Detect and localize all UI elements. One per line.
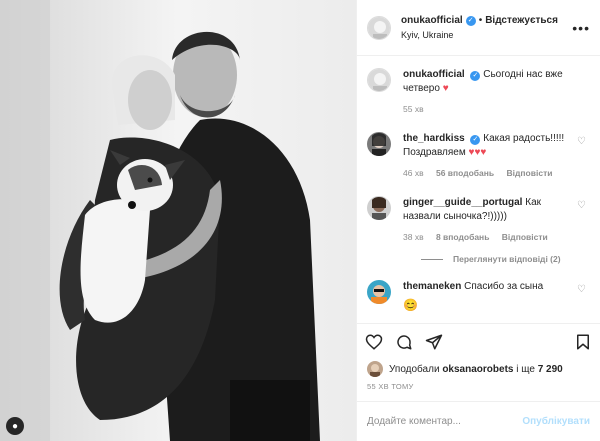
bookmark-icon[interactable] (574, 333, 592, 351)
comment-icon[interactable] (395, 333, 413, 351)
comment-likes[interactable]: 56 вподобань (436, 168, 494, 178)
caption-time[interactable]: 55 хв (403, 104, 424, 114)
likes-middle: і ще (516, 363, 535, 375)
likes-prefix: Уподобали (389, 363, 440, 375)
tagged-user-icon[interactable]: ● (6, 417, 24, 435)
likes-summary: Уподобали oksanaorobets і ще 7 290 (357, 359, 600, 379)
view-replies-label: Переглянути відповіді (2) (453, 254, 561, 264)
share-icon[interactable] (425, 333, 443, 351)
comment-item: ginger__guide__portugal Как назвали сыно… (367, 196, 590, 244)
liker-avatar[interactable] (367, 361, 383, 377)
like-heart-icon[interactable] (365, 333, 383, 351)
like-comment-heart-icon[interactable]: ♡ (577, 284, 586, 295)
red-heart-emoji: ♥ (442, 83, 449, 94)
post-location[interactable]: Kyiv, Ukraine (401, 28, 558, 42)
commenter-username[interactable]: ginger__guide__portugal (403, 197, 522, 208)
reply-button[interactable]: Відповісти (507, 168, 553, 178)
author-avatar[interactable] (367, 15, 391, 40)
ellipsis-icon[interactable]: ••• (572, 20, 590, 36)
verified-icon: ✓ (470, 135, 481, 145)
liker-username[interactable]: oksanaorobets (442, 364, 513, 375)
header-text: onukaofficial ✓ • Відстежується Kyiv, Uk… (401, 14, 558, 42)
post-details-panel: onukaofficial ✓ • Відстежується Kyiv, Uk… (356, 0, 600, 441)
commenter-avatar[interactable] (367, 280, 391, 304)
post-comment-button[interactable]: Опублікувати (522, 416, 590, 427)
post-time-ago[interactable]: 55 ХВ ТОМУ (357, 379, 600, 395)
commenter-username[interactable]: the_hardkiss (403, 133, 465, 144)
photo-image (0, 0, 356, 441)
commenter-avatar[interactable] (367, 196, 391, 220)
comment-likes[interactable]: 8 вподобань (436, 232, 489, 242)
likes-count[interactable]: 7 290 (538, 364, 563, 375)
caption: onukaofficial ✓ Сьогодні нас вже четверо… (367, 68, 590, 116)
caption-avatar[interactable] (367, 68, 391, 92)
reply-button[interactable]: Відповісти (502, 232, 548, 242)
comment-item: the_hardkiss ✓ Какая радость!!!!! Поздра… (367, 132, 590, 180)
follow-status-button[interactable]: Відстежується (485, 14, 558, 28)
like-comment-heart-icon[interactable]: ♡ (577, 136, 586, 147)
comment-item: themaneken Спасибо за сына 😊 ♡ (367, 280, 590, 312)
verified-icon: ✓ (465, 15, 476, 26)
comment-text: Спасибо за сына (464, 281, 544, 292)
caption-username[interactable]: onukaofficial (403, 69, 465, 80)
comment-time[interactable]: 38 хв (403, 232, 424, 242)
smile-emoji: 😊 (403, 298, 418, 312)
action-bar (357, 323, 600, 359)
comment-input[interactable] (367, 416, 523, 427)
replies-divider (421, 258, 443, 260)
separator-dot: • (478, 14, 483, 26)
add-comment-bar: Опублікувати (357, 401, 600, 441)
commenter-username[interactable]: themaneken (403, 281, 461, 292)
author-username[interactable]: onukaofficial (401, 14, 463, 28)
like-comment-heart-icon[interactable]: ♡ (577, 200, 586, 211)
red-hearts-emoji: ♥♥♥ (468, 147, 487, 158)
post-photo[interactable]: ● (0, 0, 356, 441)
comments-list: onukaofficial ✓ Сьогодні нас вже четверо… (357, 56, 600, 323)
post-viewer: ● onukaofficial ✓ • Відстежується Kyiv, … (0, 0, 600, 441)
post-header: onukaofficial ✓ • Відстежується Kyiv, Uk… (357, 0, 600, 56)
commenter-avatar[interactable] (367, 132, 391, 156)
verified-icon: ✓ (470, 71, 481, 81)
view-replies-button[interactable]: Переглянути відповіді (2) (421, 254, 590, 264)
comment-time[interactable]: 46 хв (403, 168, 424, 178)
